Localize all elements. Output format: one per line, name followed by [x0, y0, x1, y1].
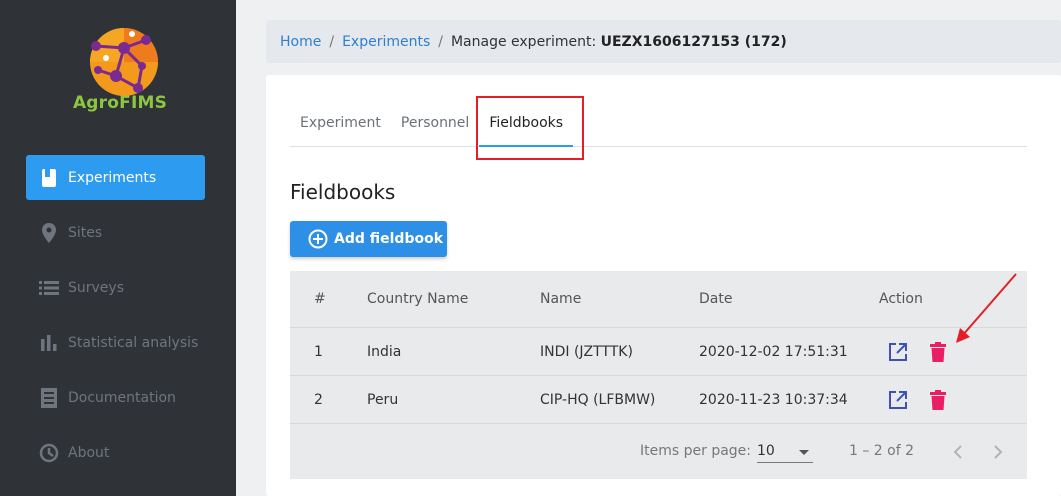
about-icon — [38, 442, 60, 464]
cell-country: India — [367, 343, 402, 360]
header-name: Name — [540, 291, 582, 307]
header-number: # — [314, 291, 326, 307]
bar-chart-icon — [38, 332, 60, 354]
breadcrumb: Home / Experiments / Manage experiment: … — [266, 20, 1061, 63]
cell-name: CIP-HQ (LFBMW) — [540, 391, 656, 408]
sidebar-item-surveys[interactable]: Surveys — [26, 265, 205, 310]
tab-personnel[interactable]: Personnel — [391, 105, 479, 147]
cell-date: 2020-11-23 10:37:34 — [699, 391, 848, 408]
cell-action — [879, 389, 1027, 411]
plus-circle-icon — [308, 229, 328, 249]
cell-date: 2020-12-02 17:51:31 — [699, 343, 848, 360]
cell-number: 2 — [314, 391, 323, 408]
open-in-new-icon[interactable] — [887, 341, 909, 363]
logo-text: AgroFIMS — [72, 93, 168, 113]
list-icon — [38, 277, 60, 299]
sidebar-item-label: Experiments — [68, 169, 157, 186]
map-pin-icon — [38, 222, 60, 244]
previous-page-button[interactable] — [946, 440, 970, 464]
chevron-down-icon — [799, 450, 809, 455]
document-icon — [38, 387, 60, 409]
cell-number: 1 — [314, 343, 323, 360]
sidebar-item-label: About — [68, 444, 110, 461]
sidebar-item-label: Surveys — [68, 279, 124, 296]
breadcrumb-experiments-link[interactable]: Experiments — [342, 34, 430, 50]
sidebar-item-label: Documentation — [68, 389, 176, 406]
table-row: 2 Peru CIP-HQ (LFBMW) 2020-11-23 10:37:3… — [290, 375, 1027, 423]
items-per-page-label: Items per page: — [640, 443, 752, 459]
add-fieldbook-button[interactable]: Add fieldbook — [290, 221, 447, 257]
delete-icon[interactable] — [927, 389, 949, 411]
sidebar: AgroFIMS Experiments Sites Surveys Stati… — [0, 0, 236, 496]
header-country-name: Country Name — [367, 291, 469, 307]
breadcrumb-separator: / — [329, 33, 335, 50]
items-per-page-select[interactable]: 10 — [757, 441, 813, 463]
highlight-annotation-box — [476, 96, 584, 160]
cell-country: Peru — [367, 391, 399, 408]
sidebar-item-label: Sites — [68, 224, 103, 241]
table-header: # Country Name Name Date Action — [290, 271, 1027, 327]
table-row: 1 India INDI (JZTTTK) 2020-12-02 17:51:3… — [290, 327, 1027, 375]
sidebar-item-experiments[interactable]: Experiments — [26, 155, 205, 200]
sidebar-item-label: Statistical analysis — [68, 334, 199, 351]
breadcrumb-home-link[interactable]: Home — [280, 34, 321, 50]
sidebar-item-about[interactable]: About — [26, 430, 205, 475]
annotation-arrow — [956, 273, 1017, 343]
experiment-id: UEZX1606127153 (172) — [600, 33, 787, 50]
paginator: Items per page: 10 1 – 2 of 2 — [290, 423, 1027, 479]
breadcrumb-current: Manage experiment: UEZX1606127153 (172) — [451, 34, 787, 50]
book-icon — [38, 167, 60, 189]
page-range: 1 – 2 of 2 — [849, 443, 915, 459]
header-date: Date — [699, 291, 733, 307]
open-in-new-icon[interactable] — [887, 389, 909, 411]
next-page-button[interactable] — [986, 440, 1010, 464]
delete-icon[interactable] — [927, 341, 949, 363]
add-fieldbook-label: Add fieldbook — [334, 231, 444, 247]
sidebar-item-statistical-analysis[interactable]: Statistical analysis — [26, 320, 205, 365]
cell-name: INDI (JZTTTK) — [540, 343, 633, 360]
fieldbooks-table: # Country Name Name Date Action 1 India … — [290, 271, 1027, 479]
sidebar-item-sites[interactable]: Sites — [26, 210, 205, 255]
page-size-value: 10 — [757, 443, 775, 459]
tab-bar: Experiment Personnel Fieldbooks — [290, 105, 1027, 147]
breadcrumb-current-prefix: Manage experiment: — [450, 33, 601, 50]
breadcrumb-separator: / — [438, 33, 443, 50]
tab-experiment[interactable]: Experiment — [290, 105, 391, 147]
sidebar-item-documentation[interactable]: Documentation — [26, 375, 205, 420]
section-title: Fieldbooks — [290, 180, 396, 204]
